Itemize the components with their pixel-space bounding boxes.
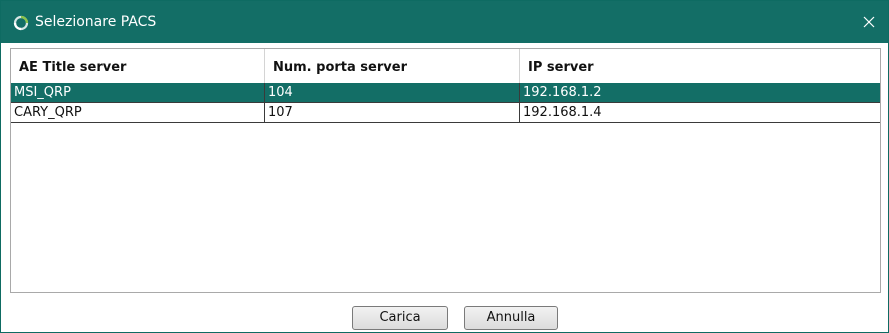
title-bar[interactable]: Selezionare PACS	[1, 1, 888, 43]
table-row[interactable]: MSI_QRP 104 192.168.1.2	[11, 83, 880, 103]
dialog-title: Selezionare PACS	[35, 14, 157, 30]
table-row[interactable]: CARY_QRP 107 192.168.1.4	[11, 103, 880, 123]
cell-ae-title: CARY_QRP	[11, 103, 265, 122]
column-header-port[interactable]: Num. porta server	[265, 49, 520, 83]
cell-port: 104	[265, 83, 520, 102]
column-header-ip[interactable]: IP server	[520, 49, 880, 83]
pacs-grid[interactable]: AE Title server Num. porta server IP ser…	[10, 48, 881, 293]
cell-ae-title: MSI_QRP	[11, 83, 265, 102]
load-button[interactable]: Carica	[352, 306, 448, 330]
pacs-selection-dialog: Selezionare PACS AE Title server Num. po…	[0, 0, 889, 333]
cancel-button[interactable]: Annulla	[464, 306, 558, 330]
close-button[interactable]	[858, 11, 880, 33]
cell-ip: 192.168.1.2	[523, 85, 602, 100]
grid-header: AE Title server Num. porta server IP ser…	[11, 49, 880, 83]
column-header-ae-title[interactable]: AE Title server	[11, 49, 265, 83]
cell-ip: 192.168.1.4	[523, 105, 602, 120]
cell-port: 107	[265, 103, 520, 122]
refresh-ring-icon	[13, 15, 29, 31]
close-icon	[863, 16, 875, 28]
